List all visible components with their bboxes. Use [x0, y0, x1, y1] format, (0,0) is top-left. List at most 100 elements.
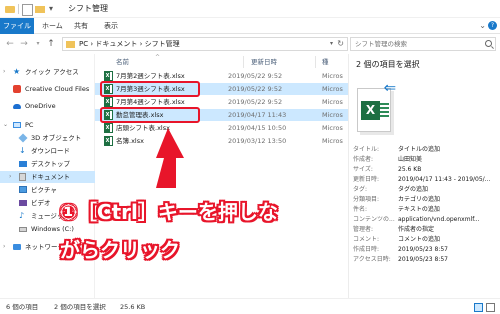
sidebar-item-pc[interactable]: ⌄ PC	[0, 119, 95, 131]
excel-icon: X	[361, 101, 380, 120]
search-box[interactable]	[350, 37, 496, 51]
address-row: ← → ▾ ↑ PC › ドキュメント › シフト管理 ▾ ↻	[0, 34, 500, 54]
file-type: Micros	[322, 98, 343, 106]
3d-objects-icon	[18, 133, 28, 143]
chevron-right-icon[interactable]: ›	[9, 171, 11, 183]
close-button[interactable]	[480, 0, 500, 18]
drive-icon	[19, 227, 27, 232]
folder-icon	[66, 41, 75, 48]
search-icon[interactable]	[485, 40, 492, 47]
videos-icon	[19, 200, 27, 206]
file-name: 7月第3週シフト表.xlsx	[116, 85, 185, 93]
network-icon	[13, 244, 21, 250]
window-title: シフト管理	[68, 4, 108, 13]
file-thumbnail: X ⇙	[357, 77, 401, 138]
desktop-icon	[19, 161, 27, 167]
back-button[interactable]: ←	[4, 37, 16, 51]
instruction-line-2: がらクリック	[60, 238, 180, 262]
chevron-down-icon[interactable]: ⌄	[3, 119, 8, 131]
table-row[interactable]: 店頭シフト表.xlsx 2019/04/15 10:50 Micros	[95, 122, 348, 134]
property-value[interactable]: 山田知美	[398, 155, 498, 165]
tab-file[interactable]: ファイル	[0, 18, 34, 34]
property-value: 2019/04/17 11:43 - 2019/05/...	[398, 176, 491, 183]
title-bar: ▾ シフト管理	[0, 0, 500, 18]
chevron-right-icon[interactable]: ›	[3, 241, 5, 253]
maximize-button[interactable]	[460, 0, 480, 18]
sidebar-item-creative-cloud[interactable]: Creative Cloud Files	[0, 83, 95, 95]
pictures-icon	[19, 186, 27, 193]
file-type: Micros	[322, 137, 343, 145]
table-row[interactable]: 7月第4週シフト表.xlsx 2019/05/22 9:52 Micros	[95, 96, 348, 108]
sidebar-item-onedrive[interactable]: OneDrive	[0, 100, 95, 112]
properties-icon[interactable]	[22, 3, 33, 16]
refresh-icon[interactable]: ↻	[337, 38, 344, 50]
up-button[interactable]: ↑	[45, 37, 57, 51]
item-count: 6 個の項目	[6, 303, 39, 311]
new-folder-icon[interactable]	[34, 3, 46, 15]
search-input[interactable]	[351, 38, 481, 50]
onedrive-icon	[13, 104, 21, 109]
sidebar-item-label: ピクチャ	[31, 186, 57, 194]
selection-count: 2 個の項目を選択	[54, 303, 106, 311]
sidebar-item-documents[interactable]: › ドキュメント	[0, 171, 95, 183]
table-row[interactable]: 名簿.xlsx 2019/03/12 13:50 Micros	[95, 135, 348, 147]
sidebar-item-label: ビデオ	[31, 199, 51, 207]
column-header-type[interactable]: 種	[322, 56, 329, 68]
sidebar-item-downloads[interactable]: ↓ ダウンロード	[0, 145, 95, 157]
property-key: 更新日時:	[353, 176, 380, 183]
instruction-line-1: ①［Ctrl］キーを押しな	[60, 200, 278, 224]
file-name: 勤怠管理表.xlsx	[116, 111, 164, 119]
divider[interactable]	[243, 56, 244, 68]
property-value: 25.6 KB	[398, 166, 422, 173]
sidebar-item-label: OneDrive	[25, 102, 56, 110]
column-header-name[interactable]: 名前	[116, 56, 129, 68]
breadcrumb[interactable]: PC › ドキュメント › シフト管理	[79, 38, 180, 50]
file-type: Micros	[322, 124, 343, 132]
sidebar-item-desktop[interactable]: デスクトップ	[0, 158, 95, 170]
chevron-down-icon[interactable]: ▾	[330, 38, 333, 50]
property-key: タイトル:	[353, 146, 380, 153]
file-date: 2019/05/22 9:52	[228, 72, 283, 80]
property-key: 作成者:	[353, 156, 374, 163]
file-name: 店頭シフト表.xlsx	[116, 124, 170, 132]
music-icon: ♪	[19, 211, 25, 220]
large-icons-view-icon[interactable]	[486, 303, 495, 312]
tab-home[interactable]: ホーム	[42, 18, 63, 34]
sidebar-item-label: Creative Cloud Files	[25, 85, 90, 93]
selection-size: 25.6 KB	[120, 303, 146, 311]
sidebar-item-quick-access[interactable]: › ★ クイック アクセス	[0, 66, 95, 78]
address-bar[interactable]: PC › ドキュメント › シフト管理 ▾ ↻	[62, 37, 348, 51]
excel-file-icon	[104, 123, 113, 133]
chevron-up-icon: ^	[155, 54, 161, 61]
sidebar-item-3d-objects[interactable]: 3D オブジェクト	[0, 132, 95, 144]
sidebar-item-label: ネットワーク	[25, 243, 64, 251]
tab-view[interactable]: 表示	[104, 18, 118, 34]
column-header-date[interactable]: 更新日時	[251, 56, 277, 68]
details-view-icon[interactable]	[474, 303, 483, 312]
divider[interactable]	[315, 56, 316, 68]
property-value[interactable]: タイトルの追加	[398, 145, 498, 155]
minimize-button[interactable]	[440, 0, 460, 18]
file-name: 7月第2週シフト表.xlsx	[116, 72, 185, 80]
help-icon[interactable]: ?	[488, 21, 497, 30]
file-name: 名簿.xlsx	[116, 137, 144, 145]
file-type: Micros	[322, 85, 343, 93]
chevron-right-icon[interactable]: ›	[3, 66, 5, 78]
tab-share[interactable]: 共有	[74, 18, 88, 34]
excel-file-icon	[104, 71, 113, 81]
pc-icon	[13, 122, 21, 128]
property-row: サイズ: 25.6 KB	[353, 165, 499, 175]
forward-button[interactable]: →	[18, 37, 30, 51]
creative-cloud-icon	[13, 85, 21, 93]
file-date: 2019/04/15 10:50	[228, 124, 287, 132]
recent-locations-button[interactable]: ▾	[32, 37, 44, 51]
table-row[interactable]: 勤怠管理表.xlsx 2019/04/17 11:43 Micros	[95, 109, 348, 121]
sidebar-item-label: ダウンロード	[31, 147, 70, 155]
excel-file-icon	[104, 136, 113, 146]
property-key: サイズ:	[353, 166, 373, 173]
excel-file-icon	[104, 110, 113, 120]
table-row[interactable]: 7月第3週シフト表.xlsx 2019/05/22 9:52 Micros	[95, 83, 348, 95]
chevron-down-icon[interactable]: ▾	[49, 3, 57, 15]
table-row[interactable]: 7月第2週シフト表.xlsx 2019/05/22 9:52 Micros	[95, 70, 348, 82]
chevron-down-icon[interactable]: ⌄	[479, 21, 486, 30]
